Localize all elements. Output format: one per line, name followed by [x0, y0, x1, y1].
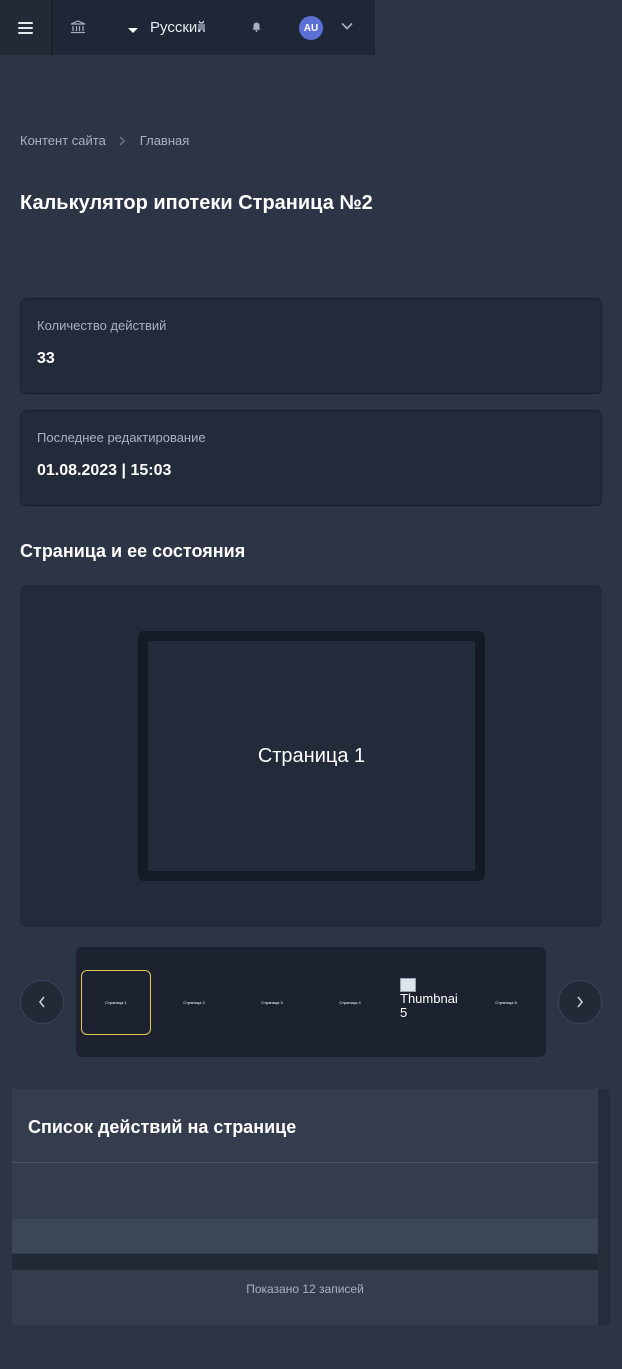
- menu-button[interactable]: [0, 0, 52, 55]
- thumbnail-5[interactable]: Thumbnail 5: [400, 970, 458, 1035]
- table-row: [12, 1219, 598, 1253]
- next-button[interactable]: [558, 980, 602, 1024]
- records-count: Показано 12 записей: [246, 1282, 364, 1296]
- thumbnail-3[interactable]: Страница 3: [237, 970, 307, 1035]
- language-selector[interactable]: Русский: [128, 19, 206, 36]
- actions-panel: Список действий на странице Показано 12 …: [12, 1089, 610, 1325]
- hamburger-icon: [18, 21, 33, 34]
- table-row: [12, 1254, 598, 1270]
- stat-label: Количество действий: [37, 318, 167, 333]
- thumbnail-6[interactable]: Страница 6: [471, 970, 541, 1035]
- preview-frame: Страница 1: [138, 631, 485, 881]
- caret-down-icon: [128, 28, 138, 33]
- section-title: Страница и ее состояния: [20, 541, 246, 561]
- bank-icon[interactable]: [70, 20, 86, 34]
- notification-dot-icon: [198, 23, 205, 30]
- breadcrumb: Контент сайта Главная: [20, 133, 189, 148]
- avatar[interactable]: AU: [299, 16, 323, 40]
- chevron-right-icon: [119, 136, 125, 145]
- chevron-right-icon: [577, 996, 584, 1008]
- bell-icon[interactable]: [252, 22, 261, 32]
- broken-image-icon: [400, 978, 416, 992]
- prev-button[interactable]: [20, 980, 64, 1024]
- preview-screen: Страница 1: [148, 641, 475, 871]
- stat-value: 33: [37, 350, 55, 367]
- stat-card-actions-count: Количество действий 33: [20, 298, 602, 394]
- top-bar: Русский AU: [0, 0, 375, 55]
- thumbnail-1[interactable]: Страница 1: [81, 970, 151, 1035]
- breadcrumb-item-content[interactable]: Контент сайта: [20, 133, 106, 148]
- divider: [12, 1162, 598, 1163]
- thumbnail-4[interactable]: Страница 4: [315, 970, 385, 1035]
- breadcrumb-item-home[interactable]: Главная: [140, 133, 189, 148]
- stat-label: Последнее редактирование: [37, 430, 206, 445]
- stat-value: 01.08.2023 | 15:03: [37, 462, 172, 479]
- thumbnail-2[interactable]: Страница 2: [159, 970, 229, 1035]
- page-preview: Страница 1: [20, 585, 602, 927]
- stat-card-last-edit: Последнее редактирование 01.08.2023 | 15…: [20, 410, 602, 506]
- page-title: Калькулятор ипотеки Страница №2: [20, 192, 373, 214]
- scrollbar[interactable]: [598, 1089, 610, 1325]
- chevron-left-icon: [38, 996, 45, 1008]
- thumbnail-alt-text: Thumbnail 5: [400, 991, 458, 1020]
- actions-title: Список действий на странице: [28, 1117, 297, 1137]
- thumbnail-strip: Страница 1 Страница 2 Страница 3 Страниц…: [76, 947, 546, 1057]
- chevron-down-icon[interactable]: [341, 22, 353, 30]
